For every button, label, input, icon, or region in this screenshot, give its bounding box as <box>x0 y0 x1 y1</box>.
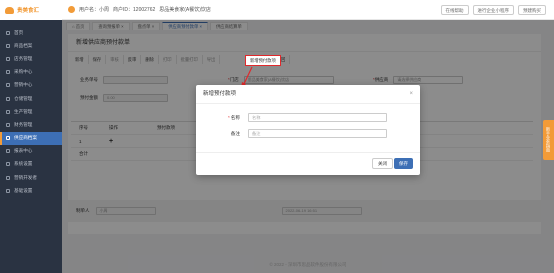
user-info: 用户名：小周 商户ID：12002762 思品美食家(A餐饮)饮店 <box>68 6 211 13</box>
cart-icon <box>6 70 10 75</box>
sidebar-item-system[interactable]: 系统设置 <box>0 158 62 171</box>
sidebar-item-store[interactable]: 店务管理 <box>0 52 62 65</box>
sidebar-item-basic[interactable]: 基础设置 <box>0 184 62 197</box>
sidebar-item-purchase[interactable]: 采购中心 <box>0 66 62 79</box>
remark-input[interactable]: 备注 <box>248 129 387 138</box>
close-icon[interactable]: × <box>409 85 413 104</box>
store-name[interactable]: 思品美食家(A餐饮)饮店 <box>159 6 211 13</box>
marketing-icon <box>6 83 10 88</box>
dialog-footer: 关闭 保存 <box>196 152 420 175</box>
logo-text: 贵美食汇 <box>17 8 40 14</box>
developer-icon <box>6 175 10 180</box>
copyright: © 2022 - 深圳市思品软件股份有限公司 <box>269 262 347 267</box>
sidebar-item-warehouse[interactable]: 仓储管理 <box>0 92 62 105</box>
sidebar-item-marketing[interactable]: 营销中心 <box>0 79 62 92</box>
finance-icon <box>6 122 10 127</box>
add-prepayment-item-dialog: 新增预付款项 × *名称 名称 备注 备注 关闭 保存 <box>196 85 420 175</box>
report-icon <box>6 149 10 154</box>
product-icon <box>6 43 10 48</box>
warehouse-icon <box>6 96 10 101</box>
user-avatar-icon <box>68 6 75 13</box>
supplier-icon <box>6 136 10 141</box>
purchase-button[interactable]: 预建购买 <box>518 5 546 15</box>
store-icon <box>6 56 10 61</box>
sidebar-item-products[interactable]: 商品档案 <box>0 39 62 52</box>
home-icon <box>6 30 10 35</box>
production-icon <box>6 109 10 114</box>
mini-program-button[interactable]: 进行企业小程序 <box>472 5 514 15</box>
remark-label: 备注 <box>230 130 240 136</box>
sidebar-item-supplier[interactable]: 供应商档案 <box>0 131 62 145</box>
cloud-logo-icon <box>5 6 14 14</box>
gear-icon <box>6 162 10 167</box>
help-button[interactable]: 在线帮助 <box>440 5 469 15</box>
sidebar-item-production[interactable]: 生产管理 <box>0 105 62 118</box>
sidebar-item-developer[interactable]: 营销开发者 <box>0 171 62 184</box>
sidebar: 首页 商品档案 店务管理 采购中心 营销中心 仓储管理 生产管理 财务管理 供应… <box>0 20 62 273</box>
top-bar: 贵美食汇 用户名：小周 商户ID：12002762 思品美食家(A餐饮)饮店 在… <box>0 0 554 20</box>
sidebar-item-home[interactable]: 首页 <box>0 26 62 39</box>
close-button[interactable]: 关闭 <box>372 158 393 169</box>
remark-row: 备注 备注 <box>196 129 387 138</box>
sidebar-item-reports[interactable]: 报表中心 <box>0 145 62 158</box>
user-name: 用户名：小周 <box>79 7 110 13</box>
settings-icon <box>6 188 10 193</box>
name-row: *名称 名称 <box>196 113 387 122</box>
dialog-header: 新增预付款项 × <box>196 85 420 104</box>
name-input[interactable]: 名称 <box>248 113 387 122</box>
add-prepayment-item-button[interactable]: 新增预付款项 <box>245 55 281 66</box>
save-button[interactable]: 保存 <box>394 158 413 169</box>
guide-float-tag[interactable]: 新手业务指南 <box>543 120 554 160</box>
name-label: *名称 <box>228 114 240 120</box>
dialog-title: 新增预付款项 <box>203 91 237 97</box>
app-logo[interactable]: 贵美食汇 <box>0 0 62 20</box>
account-id: 商户ID：12002762 <box>113 7 156 13</box>
sidebar-item-finance[interactable]: 财务管理 <box>0 118 62 131</box>
top-actions: 在线帮助 进行企业小程序 预建购买 <box>440 5 546 15</box>
